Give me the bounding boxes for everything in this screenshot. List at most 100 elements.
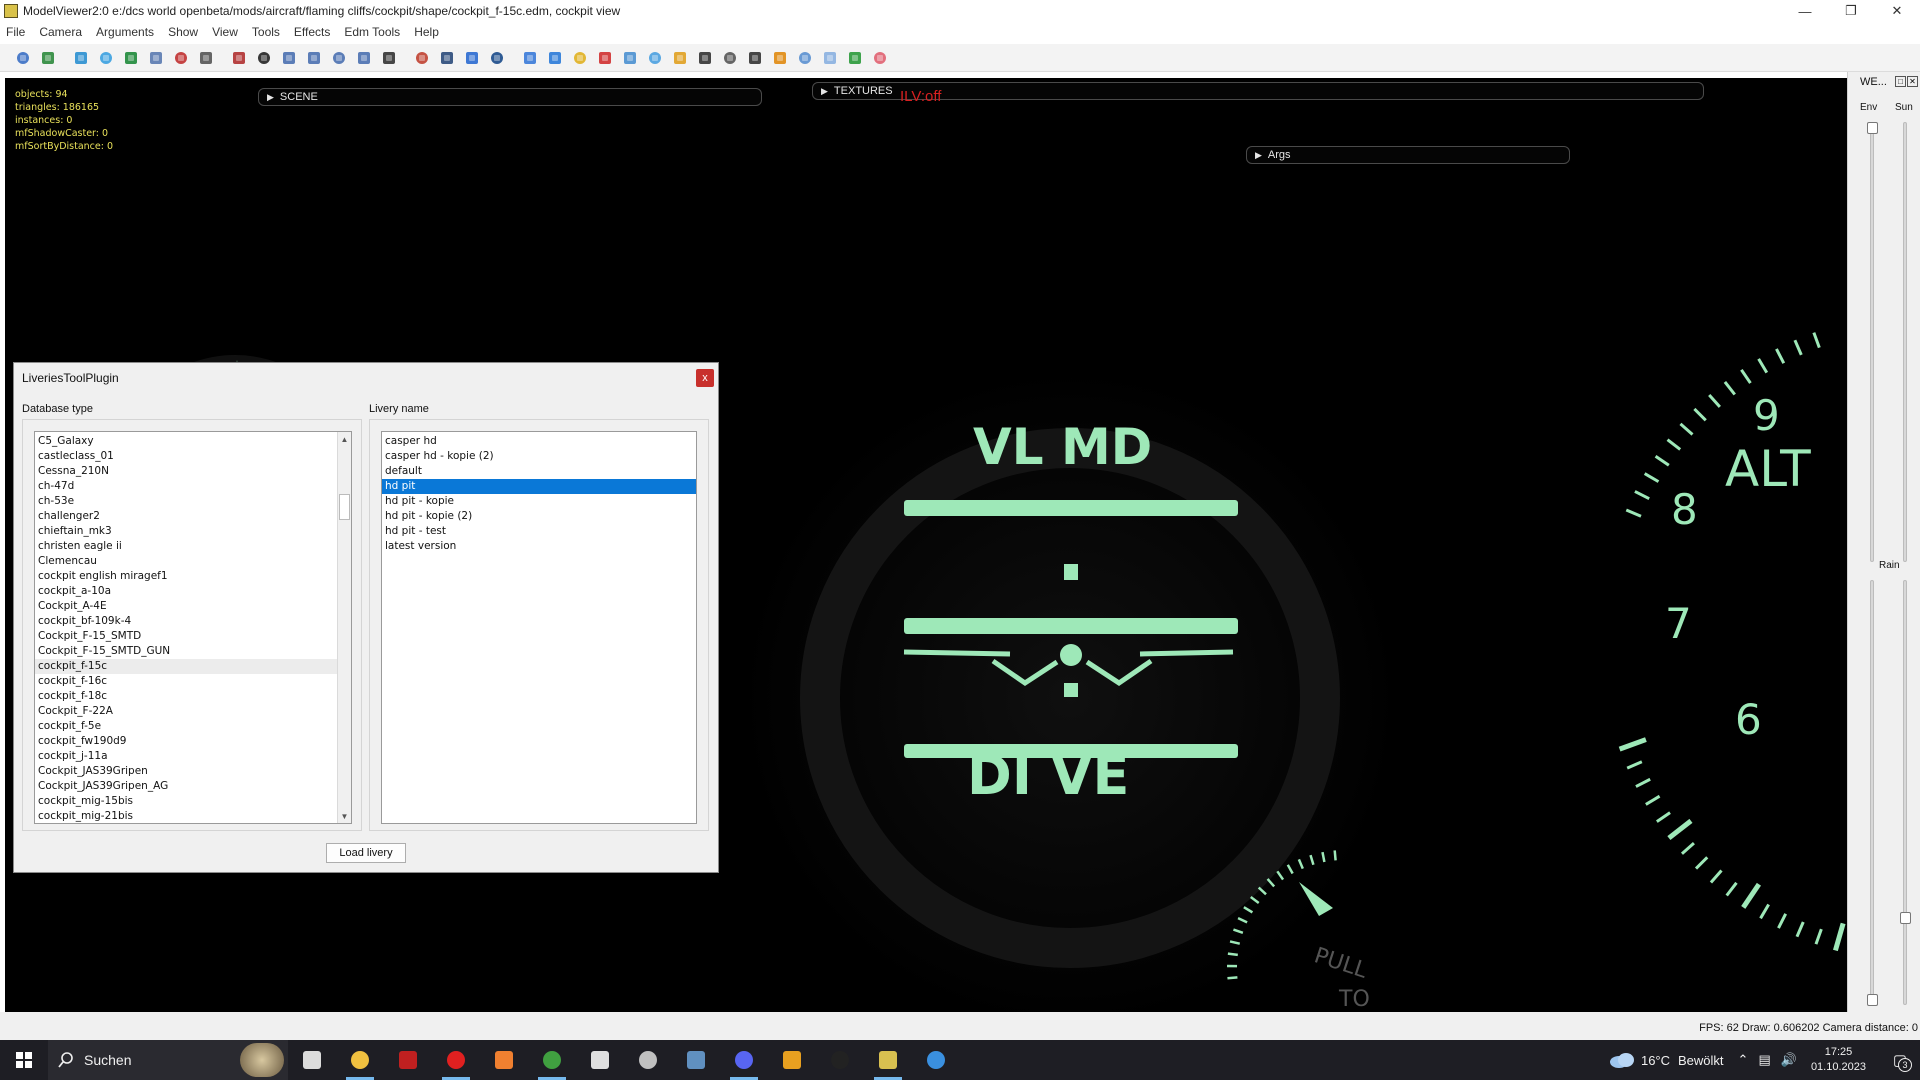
database-list-item[interactable]: cockpit_bf-109k-4 — [35, 614, 338, 629]
database-list-item[interactable]: Cockpit_F-22A — [35, 704, 338, 719]
database-list-item[interactable]: Cockpit_F-15_SMTD — [35, 629, 338, 644]
livery-list-item[interactable]: default — [382, 464, 696, 479]
camera-icon[interactable] — [380, 49, 398, 67]
open-icon[interactable] — [39, 49, 57, 67]
database-list-item[interactable]: cockpit_fw190d9 — [35, 734, 338, 749]
headset-icon[interactable] — [624, 1040, 672, 1080]
red-app-icon[interactable] — [384, 1040, 432, 1080]
maximize-button[interactable]: ❐ — [1828, 0, 1874, 22]
graph-icon[interactable] — [671, 49, 689, 67]
crosshair-icon[interactable] — [230, 49, 248, 67]
menu-view[interactable]: View — [212, 25, 238, 39]
database-list-item[interactable]: chieftain_mk3 — [35, 524, 338, 539]
layers-icon[interactable] — [413, 49, 431, 67]
livery-list-item[interactable]: hd pit - kopie (2) — [382, 509, 696, 524]
mesh-icon[interactable] — [821, 49, 839, 67]
pin-icon[interactable] — [696, 49, 714, 67]
record-icon[interactable] — [488, 49, 506, 67]
database-list-item[interactable]: cockpit_f-18c — [35, 689, 338, 704]
database-list-item[interactable]: cockpit_mig-21bis — [35, 809, 338, 823]
reload-icon[interactable] — [122, 49, 140, 67]
env-slider-thumb[interactable] — [1867, 122, 1878, 134]
taskbar-search[interactable]: Suchen — [48, 1040, 288, 1080]
menu-help[interactable]: Help — [414, 25, 439, 39]
livery-list-item[interactable]: hd pit — [382, 479, 696, 494]
weather-widget[interactable]: 16°C Bewölkt — [1609, 1052, 1724, 1068]
panel-icon[interactable] — [621, 49, 639, 67]
database-list-item[interactable]: christen eagle ii — [35, 539, 338, 554]
env-slider-track[interactable] — [1870, 122, 1874, 562]
livery-list-item[interactable]: casper hd - kopie (2) — [382, 449, 696, 464]
menu-arguments[interactable]: Arguments — [96, 25, 154, 39]
args-panel-header[interactable]: ▶ Args — [1246, 146, 1570, 164]
database-list-item[interactable]: cockpit english miragef1 — [35, 569, 338, 584]
cube-icon[interactable] — [546, 49, 564, 67]
load-livery-button[interactable]: Load livery — [326, 843, 406, 863]
nodes-icon[interactable] — [796, 49, 814, 67]
car-icon[interactable] — [746, 49, 764, 67]
screen-icon[interactable] — [438, 49, 456, 67]
database-list-item[interactable]: castleclass_01 — [35, 449, 338, 464]
paint-icon[interactable] — [912, 1040, 960, 1080]
database-list-item[interactable]: Cockpit_A-4E — [35, 599, 338, 614]
sun-icon[interactable] — [771, 49, 789, 67]
textures-panel-header[interactable]: ▶ TEXTURES — [812, 82, 1704, 100]
arrow-icon[interactable] — [330, 49, 348, 67]
menu-tools[interactable]: Tools — [252, 25, 280, 39]
close-icon[interactable]: ✕ — [1907, 76, 1918, 87]
start-button[interactable] — [0, 1040, 48, 1080]
livery-list-item[interactable]: casper hd — [382, 434, 696, 449]
grid-icon[interactable] — [255, 49, 273, 67]
database-list-item[interactable]: cockpit_a-10a — [35, 584, 338, 599]
scene-panel-header[interactable]: ▶ SCENE — [258, 88, 762, 106]
menu-effects[interactable]: Effects — [294, 25, 330, 39]
rain-slider-thumb-2[interactable] — [1900, 912, 1911, 924]
livery-list-item[interactable]: latest version — [382, 539, 696, 554]
hat-icon[interactable] — [721, 49, 739, 67]
database-list-item[interactable]: cockpit_f-5e — [35, 719, 338, 734]
task-view-icon[interactable] — [288, 1040, 336, 1080]
scroll-thumb[interactable] — [339, 494, 350, 520]
database-list-item[interactable]: Cessna_210N — [35, 464, 338, 479]
xbox-icon[interactable] — [528, 1040, 576, 1080]
box-icon[interactable] — [596, 49, 614, 67]
menu-file[interactable]: File — [6, 25, 25, 39]
database-list-item[interactable]: challenger2 — [35, 509, 338, 524]
livery-listbox[interactable]: casper hd casper hd - kopie (2) default hd … — [381, 431, 697, 824]
target-icon[interactable] — [871, 49, 889, 67]
menu-edm-tools[interactable]: Edm Tools — [344, 25, 400, 39]
filter-icon[interactable] — [280, 49, 298, 67]
volume-icon[interactable]: 🔊 — [1781, 1052, 1797, 1068]
save-icon[interactable] — [14, 49, 32, 67]
database-list-item[interactable]: ch-53e — [35, 494, 338, 509]
light-icon[interactable] — [305, 49, 323, 67]
float-icon[interactable]: □ — [1895, 76, 1906, 87]
undo-icon[interactable] — [463, 49, 481, 67]
dots-icon[interactable] — [846, 49, 864, 67]
clock[interactable]: 17:25 01.10.2023 — [1811, 1045, 1866, 1075]
rain-slider-track[interactable] — [1870, 580, 1874, 1005]
menu-camera[interactable]: Camera — [39, 25, 82, 39]
modelviewer-icon[interactable] — [864, 1040, 912, 1080]
rain-slider-track-2[interactable] — [1903, 580, 1907, 1005]
sun-slider-track[interactable] — [1903, 122, 1907, 562]
image-icon[interactable] — [172, 49, 190, 67]
file-explorer-icon[interactable] — [336, 1040, 384, 1080]
browser-icon[interactable] — [768, 1040, 816, 1080]
chart-icon[interactable] — [521, 49, 539, 67]
dialog-close-button[interactable]: x — [696, 369, 714, 387]
network-icon[interactable]: ▤ — [1758, 1052, 1770, 1068]
database-listbox[interactable]: C5_Galaxy castleclass_01 Cessna_210N ch-47d… — [34, 431, 352, 824]
folder-icon[interactable] — [571, 49, 589, 67]
sound-icon[interactable] — [355, 49, 373, 67]
database-list-item[interactable]: Cockpit_JAS39Gripen — [35, 764, 338, 779]
close-button[interactable]: ✕ — [1874, 0, 1920, 22]
database-list-item[interactable]: cockpit_j-11a — [35, 749, 338, 764]
database-list-item[interactable]: C5_Galaxy — [35, 434, 338, 449]
database-list-item[interactable]: Cockpit_JAS39Gripen_AG — [35, 779, 338, 794]
menu-show[interactable]: Show — [168, 25, 198, 39]
database-scrollbar[interactable]: ▲ ▼ — [337, 432, 351, 823]
media-player-icon[interactable] — [480, 1040, 528, 1080]
database-list-item[interactable]: cockpit_f-15c — [35, 659, 338, 674]
notification-button[interactable]: ▢ 3 — [1880, 1040, 1920, 1080]
